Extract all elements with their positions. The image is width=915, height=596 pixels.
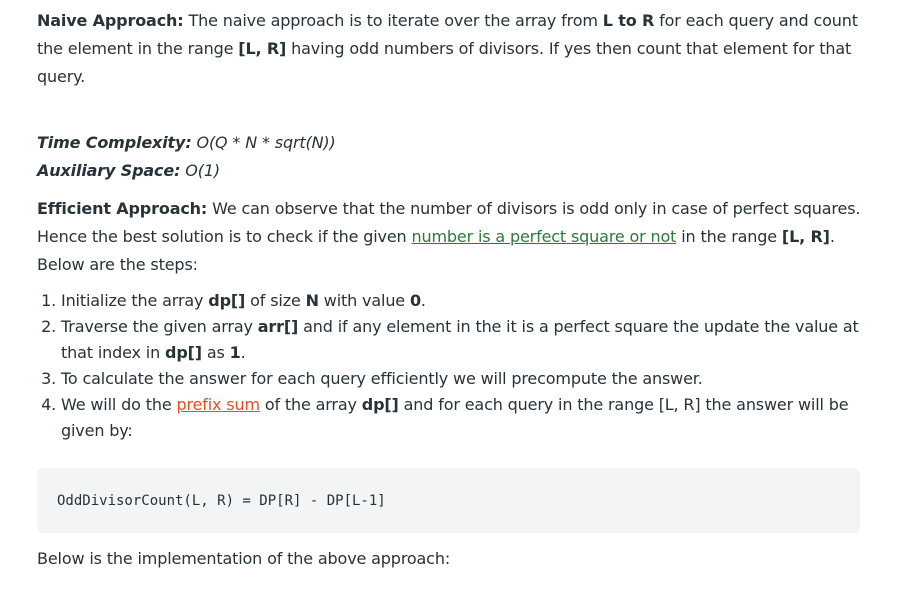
list-item: Initialize the array dp[] of size N with…	[61, 288, 891, 314]
code-term-zero: 0	[409, 291, 421, 310]
list-item: We will do the prefix sum of the array d…	[61, 392, 891, 444]
efficient-text-2: in the range	[676, 227, 782, 246]
steps-list: Initialize the array dp[] of size N with…	[37, 288, 891, 444]
code-block: OddDivisorCount(L, R) = DP[R] - DP[L-1]	[37, 468, 860, 533]
formula-code: OddDivisorCount(L, R) = DP[R] - DP[L-1]	[57, 492, 386, 509]
article-content: Naive Approach: The naive approach is to…	[0, 0, 915, 596]
list-item: Traverse the given array arr[] and if an…	[61, 314, 891, 366]
code-term-one: 1	[229, 343, 241, 362]
auxiliary-space-label: Auxiliary Space:	[37, 161, 181, 180]
time-complexity-label: Time Complexity:	[37, 133, 192, 152]
time-complexity-line: Time Complexity: O(Q * N * sqrt(N))	[37, 129, 867, 157]
prefix-sum-link[interactable]: prefix sum	[176, 395, 260, 414]
naive-lr-bold: [L, R]	[238, 39, 287, 58]
code-term-dp: dp[]	[361, 395, 399, 414]
naive-approach-label: Naive Approach:	[37, 11, 184, 30]
naive-text-1: The naive approach is to iterate over th…	[183, 11, 603, 30]
code-term-dp: dp[]	[165, 343, 202, 362]
implementation-intro: Below is the implementation of the above…	[37, 549, 451, 568]
complexity-block: Time Complexity: O(Q * N * sqrt(N)) Auxi…	[37, 129, 867, 185]
code-term-arr: arr[]	[257, 317, 299, 336]
auxiliary-space-line: Auxiliary Space: O(1)	[37, 157, 867, 185]
code-term-dp: dp[]	[208, 291, 246, 310]
auxiliary-space-value: O(1)	[180, 161, 220, 180]
efficient-approach-paragraph: Efficient Approach: We can observe that …	[37, 195, 867, 279]
time-complexity-value: O(Q * N * sqrt(N))	[191, 133, 336, 152]
list-item: To calculate the answer for each query e…	[61, 366, 891, 392]
efficient-approach-label: Efficient Approach:	[37, 199, 208, 218]
naive-range-bold: L to R	[602, 11, 655, 30]
code-term-n: N	[305, 291, 319, 310]
efficient-lr-bold: [L, R]	[781, 227, 830, 246]
naive-approach-paragraph: Naive Approach: The naive approach is to…	[37, 7, 867, 91]
perfect-square-link[interactable]: number is a perfect square or not	[411, 227, 676, 246]
